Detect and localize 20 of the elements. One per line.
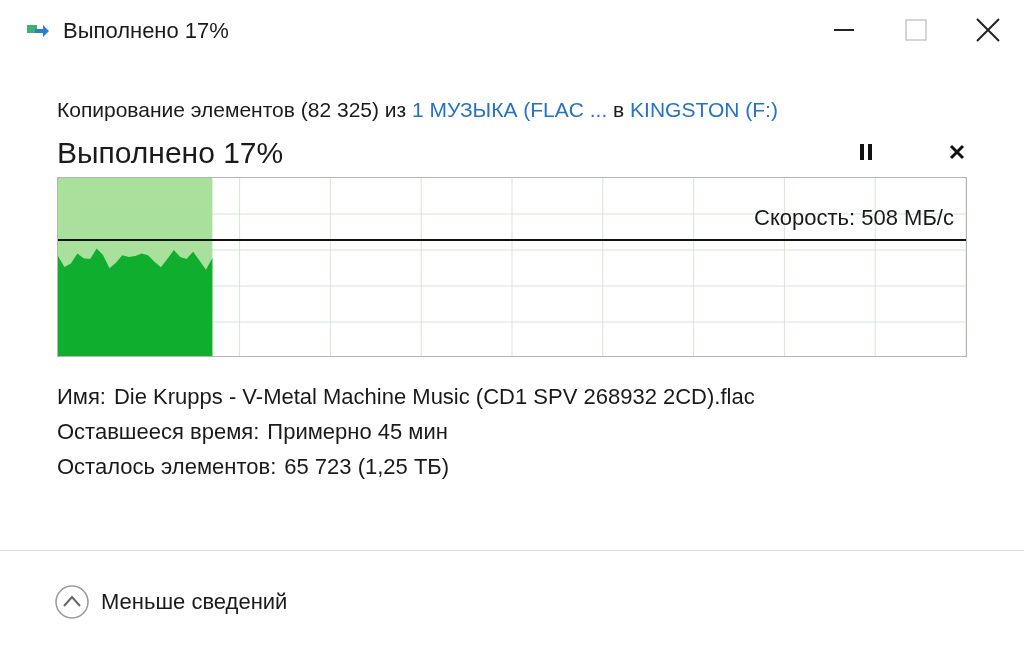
- close-icon: [976, 18, 1000, 42]
- copy-summary: Копирование элементов (82 325) из 1 МУЗЫКА (FLAC ... в KINGSTON (F:): [57, 97, 779, 123]
- copy-files-icon: [27, 23, 49, 37]
- details-toggle[interactable]: Меньше сведений: [55, 584, 288, 619]
- detail-value: 65 723 (1,25 ТБ): [284, 453, 450, 481]
- speed-label: Скорость: 508 МБ/с: [754, 204, 954, 232]
- minimize-icon: [834, 29, 854, 31]
- source-link[interactable]: 1 МУЗЫКА (FLAC ...: [412, 98, 608, 121]
- window-title: Выполнено 17%: [63, 16, 229, 45]
- detail-label: Осталось элементов:: [57, 453, 277, 481]
- detail-label: Имя:: [57, 383, 106, 411]
- cancel-icon: [949, 144, 965, 160]
- detail-value: Примерно 45 мин: [267, 418, 448, 446]
- detail-label: Оставшееся время:: [57, 418, 260, 446]
- progress-heading: Выполнено 17%: [57, 134, 284, 171]
- chevron-up-icon: [55, 584, 89, 619]
- pause-icon: [859, 144, 873, 160]
- destination-link[interactable]: KINGSTON (F:): [630, 98, 778, 121]
- maximize-icon: [905, 19, 927, 41]
- detail-value: Die Krupps - V-Metal Machine Music (CD1 SPV 268932 2CD).flac: [113, 383, 755, 411]
